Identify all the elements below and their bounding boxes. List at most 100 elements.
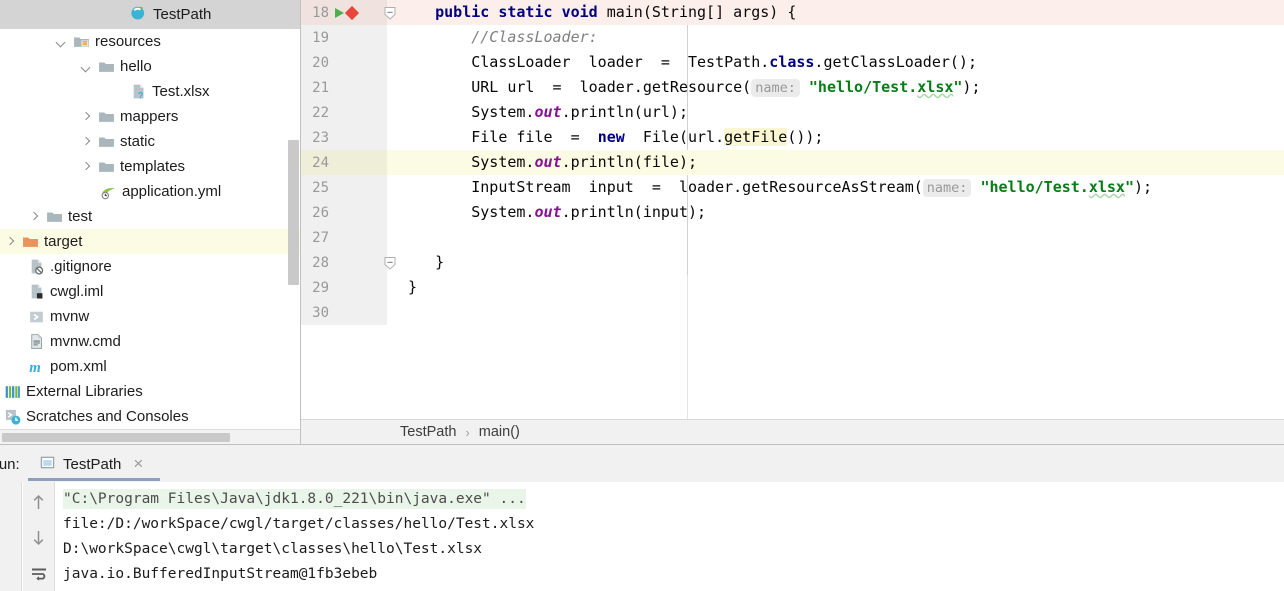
console-output[interactable]: "C:\Program Files\Java\jdk1.8.0_221\bin\… [56, 482, 1284, 591]
line-number: 28 [301, 255, 329, 271]
code-text: InputStream input = loader.getResourceAs… [387, 180, 1152, 196]
code-line[interactable]: 24 System.out.println(file); [301, 150, 1284, 175]
sidebar-vertical-scrollbar[interactable] [288, 140, 299, 285]
run-left-toolbar[interactable] [0, 482, 22, 591]
tree-item-mvnw[interactable]: mvnw [0, 304, 300, 329]
tree-item-mappers[interactable]: mappers [0, 104, 300, 129]
chevron-down-icon[interactable] [80, 60, 93, 73]
run-console-toolbar[interactable] [23, 482, 55, 591]
code-text: public static void main(String[] args) { [387, 5, 796, 20]
tree-item-templates[interactable]: templates [0, 154, 300, 179]
code-token: System. [471, 153, 534, 171]
line-number: 24 [301, 155, 329, 171]
editor-gutter[interactable]: 26 [301, 200, 387, 225]
editor-gutter[interactable]: 18 [301, 0, 387, 25]
code-text: } [387, 280, 417, 295]
code-text: System.out.println(url); [387, 105, 688, 120]
code-editor[interactable]: 18 public static void main(String[] args… [301, 0, 1284, 419]
editor-gutter[interactable]: 25 [301, 175, 387, 200]
scrollbar-thumb[interactable] [2, 433, 230, 442]
code-line[interactable]: 19 //ClassLoader: [301, 25, 1284, 50]
code-line[interactable]: 21 URL url = loader.getResource(name: "h… [301, 75, 1284, 100]
line-number: 29 [301, 280, 329, 296]
editor-gutter[interactable]: 29 [301, 275, 387, 300]
tree-item-label: hello [120, 59, 152, 74]
code-line[interactable]: 20 ClassLoader loader = TestPath.class.g… [301, 50, 1284, 75]
folder-icon [98, 158, 115, 175]
tree-item-hello[interactable]: hello [0, 54, 300, 79]
run-tab-bar: Run: TestPath × [0, 445, 1284, 482]
code-line[interactable]: 29 } [301, 275, 1284, 300]
code-token: public [435, 3, 489, 21]
tree-item-external-libraries[interactable]: External Libraries [0, 379, 300, 404]
string-literal: "hello/Test.xlsx" [980, 178, 1134, 196]
tree-item-target[interactable]: target [0, 229, 300, 254]
editor-gutter[interactable]: 22 [301, 100, 387, 125]
editor-gutter[interactable]: 30 [301, 300, 387, 325]
breadcrumb-item[interactable]: TestPath [400, 424, 456, 440]
run-tab-label: TestPath [63, 456, 121, 473]
close-icon[interactable]: × [133, 454, 143, 474]
code-line[interactable]: 26 System.out.println(input); [301, 200, 1284, 225]
tree-item-cwgl-iml[interactable]: cwgl.iml [0, 279, 300, 304]
code-token [489, 3, 498, 21]
tree-item-label: Scratches and Consoles [26, 409, 189, 424]
tree-item-application-yml[interactable]: application.yml [0, 179, 300, 204]
tree-item-static[interactable]: static [0, 129, 300, 154]
tree-item-resources[interactable]: resources [0, 29, 300, 54]
sidebar-editor-tab[interactable]: TestPath [0, 0, 300, 29]
breakpoint-icon[interactable] [345, 5, 359, 19]
folder-icon [98, 133, 115, 150]
tree-item-label: pom.xml [50, 359, 107, 374]
code-text: //ClassLoader: [387, 30, 598, 45]
tree-item-pom-xml[interactable]: mpom.xml [0, 354, 300, 379]
chevron-right-icon[interactable] [80, 110, 93, 123]
tree-item-label: mvnw [50, 309, 89, 324]
scroll-down-icon[interactable] [28, 527, 50, 549]
tree-item-mvnw-cmd[interactable]: mvnw.cmd [0, 329, 300, 354]
cmd-file-icon [28, 333, 45, 350]
sidebar-horizontal-scrollbar[interactable] [0, 429, 300, 444]
code-line[interactable]: 30 [301, 300, 1284, 325]
editor-gutter[interactable]: 21 [301, 75, 387, 100]
sidebar-tab-content: TestPath [130, 4, 211, 25]
console-line-text: file:/D:/workSpace/cwgl/target/classes/h… [63, 516, 534, 532]
chevron-right-icon[interactable] [80, 135, 93, 148]
tree-item-label: resources [95, 34, 161, 49]
tree-item-gitignore[interactable]: .gitignore [0, 254, 300, 279]
chevron-right-icon[interactable] [4, 235, 17, 248]
code-line[interactable]: 27 [301, 225, 1284, 250]
project-tree[interactable]: resourceshello ?Test.xlsxmappersstaticte… [0, 29, 300, 429]
chevron-right-icon[interactable] [80, 160, 93, 173]
code-fold-icon[interactable] [384, 256, 396, 269]
chevron-right-icon[interactable] [28, 210, 41, 223]
tree-item-test-xlsx[interactable]: ?Test.xlsx [0, 79, 300, 104]
editor-gutter[interactable]: 19 [301, 25, 387, 50]
code-line[interactable]: 25 InputStream input = loader.getResourc… [301, 175, 1284, 200]
code-line[interactable]: 18 public static void main(String[] args… [301, 0, 1284, 25]
run-tab-testpath[interactable]: TestPath × [28, 448, 155, 480]
code-line[interactable]: 22 System.out.println(url); [301, 100, 1284, 125]
editor-gutter[interactable]: 20 [301, 50, 387, 75]
console-line-text: "C:\Program Files\Java\jdk1.8.0_221\bin\… [63, 489, 526, 509]
editor-gutter[interactable]: 27 [301, 225, 387, 250]
editor-gutter[interactable]: 28 [301, 250, 387, 275]
code-line[interactable]: 23 File file = new File(url.getFile()); [301, 125, 1284, 150]
chevron-down-icon[interactable] [55, 35, 68, 48]
editor-gutter[interactable]: 23 [301, 125, 387, 150]
code-token: .println(input); [562, 203, 707, 221]
line-number: 19 [301, 30, 329, 46]
code-line[interactable]: 28 } [301, 250, 1284, 275]
soft-wrap-icon[interactable] [28, 563, 50, 585]
code-fold-icon[interactable] [384, 6, 396, 19]
console-line: "C:\Program Files\Java\jdk1.8.0_221\bin\… [56, 486, 1284, 511]
breadcrumb-item[interactable]: main() [479, 424, 520, 440]
tree-item-test[interactable]: test [0, 204, 300, 229]
run-method-icon[interactable] [335, 8, 344, 18]
breadcrumb[interactable]: TestPath›main() [301, 419, 1284, 444]
code-token: main(String[] args) { [598, 3, 797, 21]
code-token: File file = [471, 128, 597, 146]
scroll-up-icon[interactable] [28, 491, 50, 513]
editor-gutter[interactable]: 24 [301, 150, 387, 175]
tree-item-scratches-and-consoles[interactable]: Scratches and Consoles [0, 404, 300, 429]
